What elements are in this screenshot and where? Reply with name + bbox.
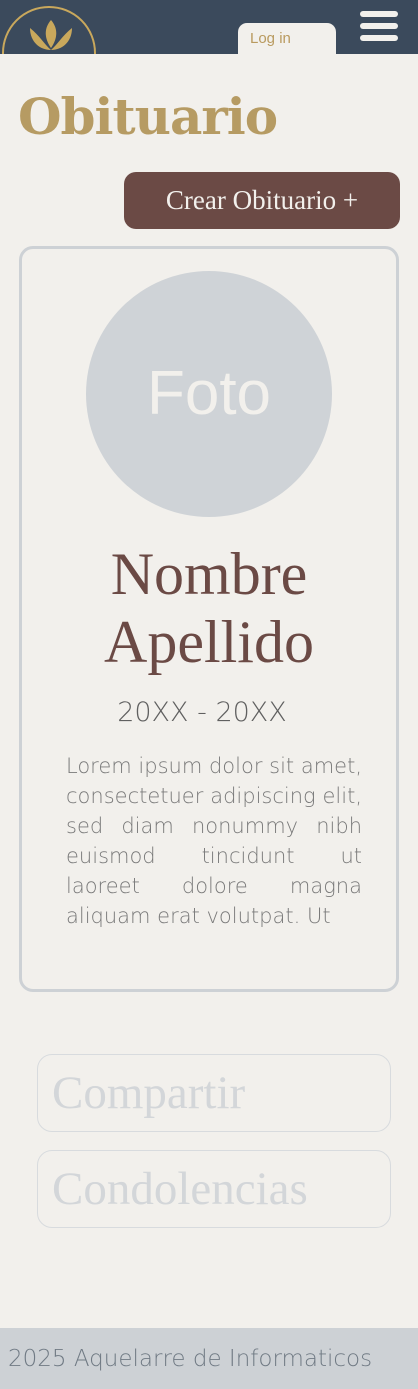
photo-placeholder: Foto (86, 271, 332, 517)
create-obituary-button[interactable]: Crear Obituario + (124, 172, 400, 229)
top-navigation-bar: Log in (0, 0, 418, 54)
obituary-last-name: Apellido (104, 609, 314, 675)
obituary-dates: 20XX - 20XX (117, 697, 287, 728)
obituary-first-name: Nombre (110, 541, 308, 607)
login-link[interactable]: Log in (238, 23, 336, 54)
hamburger-menu-icon[interactable] (360, 11, 398, 41)
share-button[interactable]: Compartir (37, 1054, 391, 1132)
footer-copyright: 2025 Aquelarre de Informaticos (8, 1346, 373, 1372)
condolences-button[interactable]: Condolencias (37, 1150, 391, 1228)
logo[interactable] (2, 6, 96, 54)
obituary-bio: Lorem ipsum dolor sit amet, consectetuer… (66, 754, 362, 928)
footer: 2025 Aquelarre de Informaticos (0, 1328, 418, 1389)
page-title: Obituario (18, 87, 278, 146)
lotus-icon (30, 20, 72, 50)
